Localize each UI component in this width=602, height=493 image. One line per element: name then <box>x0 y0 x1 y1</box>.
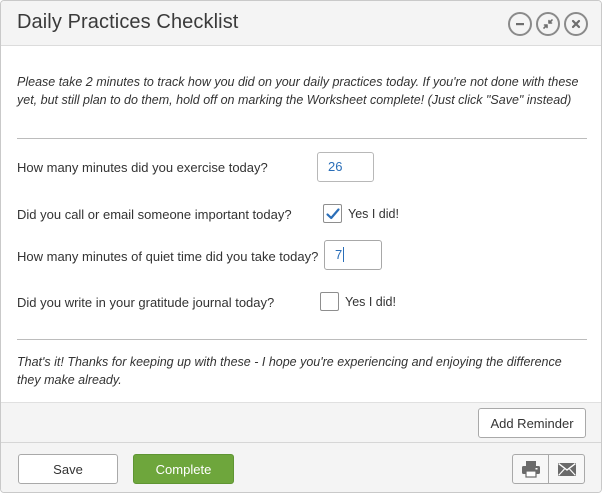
text-caret <box>343 247 345 262</box>
divider <box>17 339 587 340</box>
reminder-bar: Add Reminder <box>1 402 601 442</box>
email-icon <box>557 463 576 476</box>
question-call-label: Did you call or email someone important … <box>17 207 292 222</box>
exercise-minutes-value: 26 <box>328 159 343 174</box>
print-icon <box>521 461 540 478</box>
minimize-button[interactable] <box>508 12 532 36</box>
restore-icon <box>543 19 553 29</box>
gratitude-journal-checkbox[interactable] <box>320 292 339 311</box>
question-exercise-label: How many minutes did you exercise today? <box>17 160 268 175</box>
print-button[interactable] <box>512 454 549 484</box>
exercise-minutes-input[interactable]: 26 <box>317 152 374 182</box>
call-email-checkbox[interactable] <box>323 204 342 223</box>
gratitude-journal-checkbox-label[interactable]: Yes I did! <box>345 295 396 309</box>
close-icon <box>571 19 581 29</box>
divider <box>17 138 587 139</box>
title-bar: Daily Practices Checklist <box>1 1 601 46</box>
outro-text: That's it! Thanks for keeping up with th… <box>17 355 562 387</box>
call-email-checkbox-label[interactable]: Yes I did! <box>348 207 399 221</box>
footer-bar: Save Complete <box>1 442 601 492</box>
save-button[interactable]: Save <box>18 454 118 484</box>
complete-button[interactable]: Complete <box>133 454 234 484</box>
intro-text: Please take 2 minutes to track how you d… <box>17 75 579 107</box>
dialog-title: Daily Practices Checklist <box>17 11 239 33</box>
checkmark-icon <box>326 208 340 220</box>
quiet-time-minutes-value: 7 <box>335 247 343 262</box>
restore-button[interactable] <box>536 12 560 36</box>
quiet-time-minutes-input[interactable]: 7 <box>324 240 382 270</box>
daily-practices-dialog: Daily Practices Checklist Please take 2 … <box>0 0 602 493</box>
question-gratitude-label: Did you write in your gratitude journal … <box>17 295 275 310</box>
close-button[interactable] <box>564 12 588 36</box>
add-reminder-button[interactable]: Add Reminder <box>478 408 586 438</box>
question-quiet-time-label: How many minutes of quiet time did you t… <box>17 249 319 264</box>
minimize-icon <box>516 23 524 26</box>
email-button[interactable] <box>548 454 585 484</box>
